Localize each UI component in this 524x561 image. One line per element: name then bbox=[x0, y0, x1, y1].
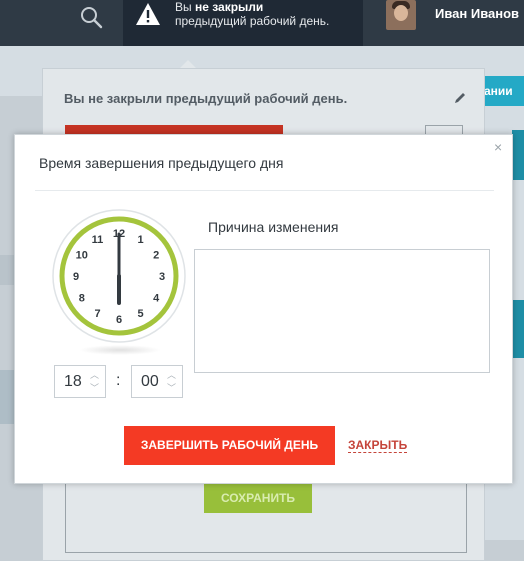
clock-number: 5 bbox=[137, 308, 143, 320]
time-separator: : bbox=[116, 372, 121, 389]
finish-workday-button[interactable]: ЗАВЕРШИТЬ РАБОЧИЙ ДЕНЬ bbox=[124, 426, 335, 465]
close-link[interactable]: ЗАКРЫТЬ bbox=[348, 439, 408, 453]
user-name: Иван Иванов bbox=[435, 6, 520, 21]
modal-title: Время завершения предыдущего дня bbox=[39, 155, 284, 171]
teal-strip bbox=[512, 130, 524, 180]
dropdown-title: Вы не закрыли предыдущий рабочий день. bbox=[64, 91, 348, 106]
reason-textarea[interactable] bbox=[194, 249, 490, 373]
divider bbox=[35, 190, 494, 191]
chevron-down-icon[interactable]: ﹀ bbox=[167, 383, 176, 393]
unclosed-day-notice[interactable]: Вы не закрыли предыдущий рабочий день. bbox=[123, 0, 363, 46]
avatar bbox=[386, 0, 416, 30]
background-tab-label: ании bbox=[484, 84, 513, 98]
clock-number: 2 bbox=[153, 250, 159, 262]
clock-number: 1 bbox=[137, 234, 143, 246]
notice-bold: не закрыли bbox=[194, 0, 264, 14]
reason-label: Причина изменения bbox=[208, 219, 339, 235]
clock-number: 3 bbox=[159, 271, 165, 283]
teal-strip bbox=[512, 300, 524, 358]
notice-text: Вы не закрыли предыдущий рабочий день. bbox=[175, 0, 329, 28]
notice-line2: предыдущий рабочий день. bbox=[175, 14, 330, 28]
save-button[interactable]: СОХРАНИТЬ bbox=[204, 483, 312, 513]
clock-number: 10 bbox=[76, 250, 88, 262]
search-icon[interactable] bbox=[79, 5, 103, 34]
warning-icon bbox=[135, 2, 161, 31]
clock-number: 8 bbox=[79, 293, 85, 305]
bottom-right-block bbox=[485, 540, 524, 561]
top-bar: Вы не закрыли предыдущий рабочий день. И… bbox=[0, 0, 524, 46]
hours-stepper[interactable]: 18 ︿ ﹀ bbox=[54, 365, 106, 398]
search-zone bbox=[0, 0, 123, 46]
clock-number: 11 bbox=[92, 234, 104, 246]
user-menu[interactable]: Иван Иванов bbox=[363, 0, 524, 46]
minutes-value: 00 bbox=[141, 373, 159, 390]
hours-value: 18 bbox=[64, 373, 82, 390]
clock-number: 6 bbox=[116, 314, 122, 326]
background-tab[interactable]: ании bbox=[484, 76, 524, 106]
chevron-up-icon[interactable]: ︿ bbox=[167, 370, 176, 380]
clock-number: 4 bbox=[153, 293, 160, 305]
clock-number: 9 bbox=[73, 271, 79, 283]
close-icon[interactable]: × bbox=[494, 139, 502, 155]
clock-face[interactable]: 121234567891011 bbox=[52, 209, 186, 359]
chevron-down-icon[interactable]: ﹀ bbox=[90, 383, 99, 393]
notice-prefix: Вы bbox=[175, 0, 195, 14]
minutes-stepper[interactable]: 00 ︿ ﹀ bbox=[131, 365, 183, 398]
end-time-modal: Время завершения предыдущего дня × 12123… bbox=[14, 134, 513, 484]
pencil-icon[interactable] bbox=[453, 91, 467, 108]
chevron-up-icon[interactable]: ︿ bbox=[90, 370, 99, 380]
clock-number: 7 bbox=[94, 308, 100, 320]
